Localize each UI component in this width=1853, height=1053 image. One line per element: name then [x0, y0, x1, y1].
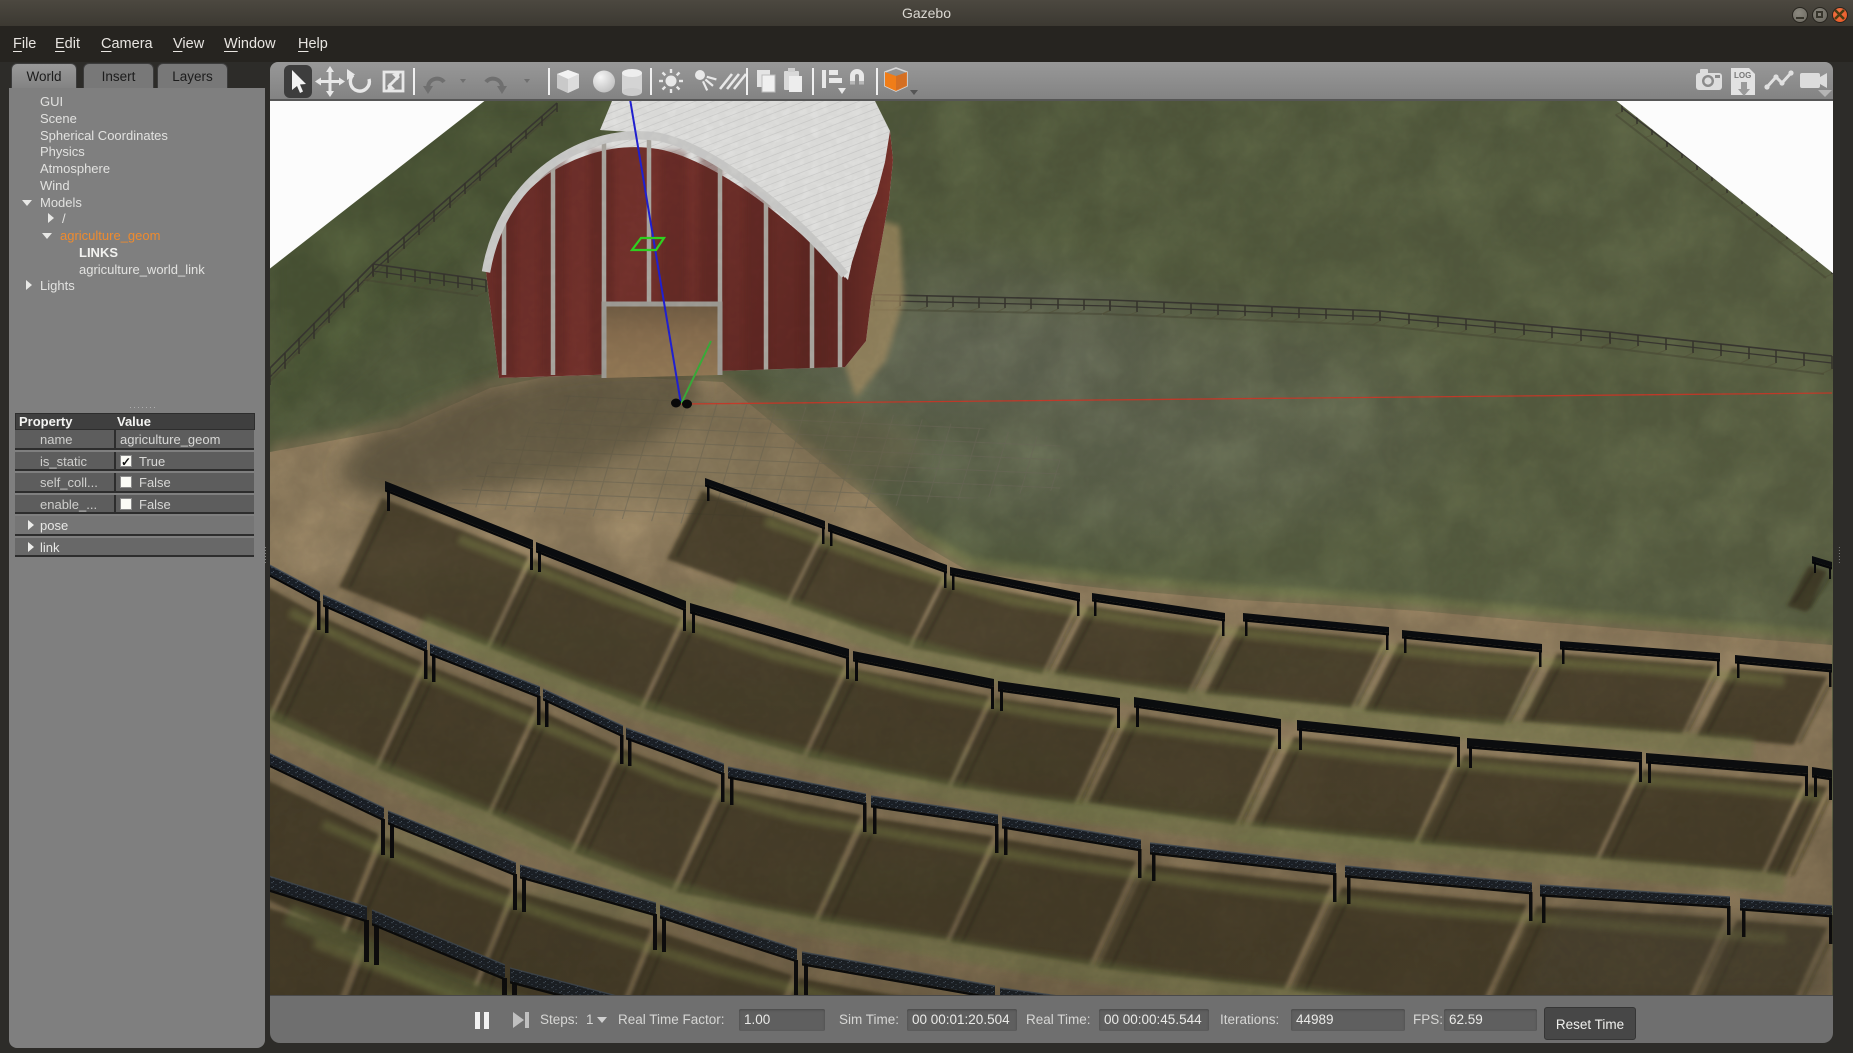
- svg-text:LOG: LOG: [1734, 71, 1751, 80]
